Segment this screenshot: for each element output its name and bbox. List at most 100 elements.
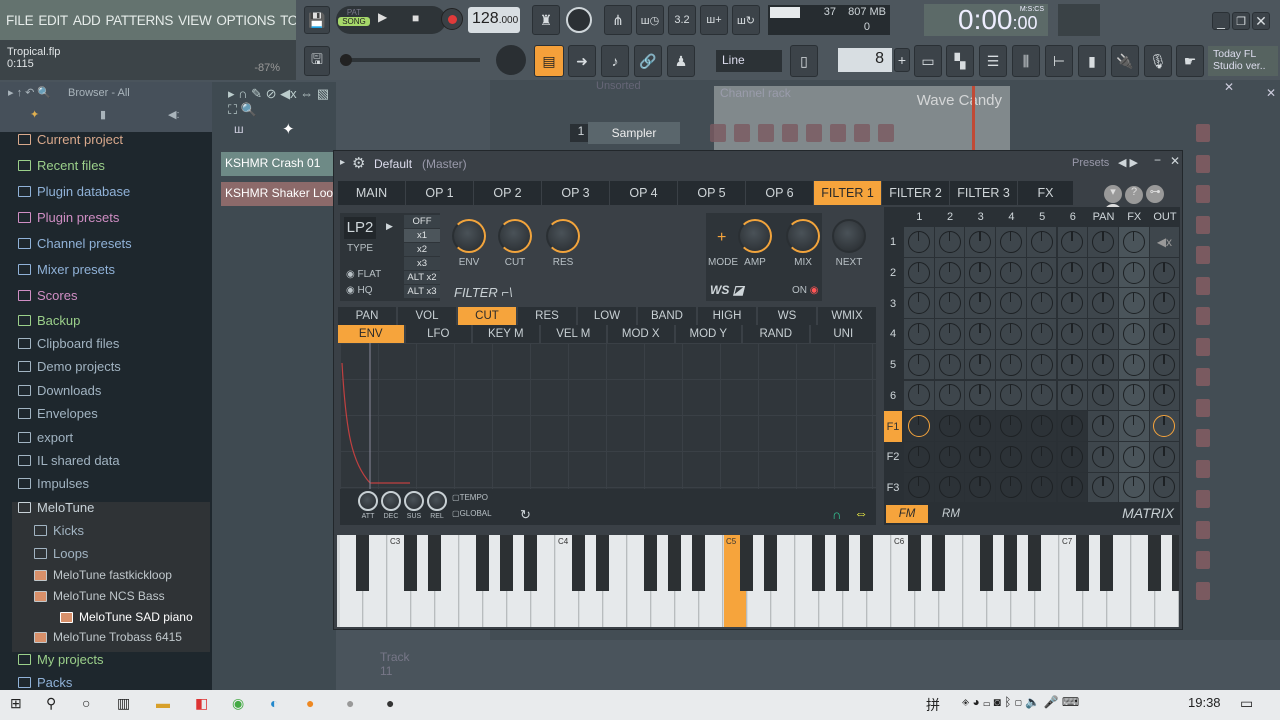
tray-icons[interactable]: ◈ ◕ ▭ ◙ ᛒ ▢ 🔈 🎤 ⌨ bbox=[962, 695, 1079, 709]
tempo-display[interactable]: 128.000 bbox=[468, 7, 520, 33]
matrix-knob[interactable] bbox=[1061, 353, 1084, 376]
black-key[interactable] bbox=[404, 535, 417, 591]
multilink-icon[interactable]: ♟ bbox=[667, 45, 695, 77]
matrix-knob-cell[interactable] bbox=[1057, 441, 1088, 472]
matrix-knob-cell[interactable] bbox=[996, 319, 1026, 349]
browser-item[interactable]: Recent files bbox=[18, 158, 105, 173]
matrix-knob[interactable] bbox=[1092, 261, 1115, 284]
knob-cut-knob[interactable] bbox=[498, 219, 532, 253]
matrix-knob[interactable] bbox=[1092, 230, 1115, 253]
matrix-knob-cell[interactable] bbox=[904, 257, 934, 288]
file-icon[interactable]: ▮ bbox=[1078, 45, 1106, 77]
reset-icon[interactable]: ↻ bbox=[520, 507, 531, 523]
black-key[interactable] bbox=[1148, 535, 1161, 591]
browser-item[interactable]: Downloads bbox=[18, 383, 101, 398]
matrix-knob-cell[interactable] bbox=[1149, 288, 1180, 319]
black-key[interactable] bbox=[908, 535, 921, 591]
mod-source-lfo[interactable]: LFO bbox=[405, 325, 471, 343]
app-icon[interactable]: ● bbox=[346, 695, 354, 711]
matrix-knob[interactable] bbox=[1061, 415, 1084, 438]
pattern-icon[interactable]: ▯ bbox=[790, 45, 818, 77]
pat-song-toggle[interactable]: PAT SONG bbox=[338, 8, 370, 32]
slope-option[interactable]: x1 bbox=[404, 229, 440, 242]
app-icon[interactable]: ● bbox=[386, 695, 394, 711]
browser-nav-icons[interactable]: ▸ ↑ ↶ 🔍 bbox=[8, 86, 51, 99]
matrix-knob[interactable] bbox=[1122, 384, 1145, 407]
tab-op5[interactable]: OP 5 bbox=[678, 181, 746, 205]
step-button[interactable] bbox=[854, 124, 870, 142]
matrix-knob-cell[interactable] bbox=[934, 319, 965, 349]
matrix-knob-cell[interactable] bbox=[1118, 288, 1149, 319]
matrix-knob[interactable] bbox=[1030, 445, 1053, 468]
flat-radio[interactable]: ◉ FLAT bbox=[346, 269, 381, 280]
mod-target-wmix[interactable]: WMIX bbox=[818, 307, 876, 325]
matrix-knob-cell[interactable] bbox=[1149, 257, 1180, 288]
close-icon[interactable]: ✕ bbox=[1170, 154, 1180, 168]
matrix-knob-cell[interactable] bbox=[1057, 380, 1088, 411]
presets-button[interactable]: Presets bbox=[1072, 157, 1109, 169]
playlist-tools-icons[interactable]: ▸ ∩ ✎ ⊘ ◀x ⇔ ▧ ⛶ 🔍 bbox=[228, 86, 336, 118]
black-key[interactable] bbox=[1100, 535, 1113, 591]
matrix-knob[interactable] bbox=[1092, 384, 1115, 407]
matrix-knob[interactable] bbox=[999, 322, 1022, 345]
matrix-knob[interactable] bbox=[907, 230, 930, 253]
matrix-knob-cell[interactable] bbox=[1118, 441, 1149, 472]
step-button[interactable] bbox=[1196, 246, 1210, 264]
matrix-knob[interactable] bbox=[1030, 415, 1053, 438]
matrix-knob[interactable] bbox=[1030, 353, 1053, 376]
slope-option[interactable]: x3 bbox=[404, 257, 440, 270]
hq-radio[interactable]: ◉ HQ bbox=[346, 285, 373, 296]
matrix-knob-cell[interactable] bbox=[1118, 472, 1149, 503]
matrix-knob[interactable] bbox=[1153, 415, 1176, 438]
matrix-knob[interactable] bbox=[999, 353, 1022, 376]
black-key[interactable] bbox=[1076, 535, 1089, 591]
matrix-knob-cell[interactable] bbox=[1088, 411, 1118, 441]
mod-source-modx[interactable]: MOD X bbox=[608, 325, 674, 343]
step-button[interactable] bbox=[1196, 154, 1210, 173]
save-icon[interactable]: 💾 bbox=[304, 6, 330, 34]
matrix-knob[interactable] bbox=[1061, 322, 1084, 345]
black-key[interactable] bbox=[1028, 535, 1041, 591]
step-button[interactable] bbox=[1196, 581, 1210, 600]
step-button[interactable] bbox=[830, 124, 846, 142]
matrix-knob-cell[interactable] bbox=[996, 227, 1026, 257]
playlist-clip[interactable]: KSHMR Shaker Loops bbox=[221, 182, 333, 206]
matrix-knob-cell[interactable] bbox=[965, 257, 996, 288]
snap-selector[interactable]: Line bbox=[716, 50, 782, 72]
slope-option[interactable]: ALT x2 bbox=[404, 271, 440, 284]
tab-filter1[interactable]: FILTER 1 bbox=[814, 181, 882, 205]
att-knob[interactable] bbox=[358, 491, 378, 511]
matrix-knob-cell[interactable] bbox=[1118, 257, 1149, 288]
channel-filter[interactable]: Unsorted bbox=[596, 80, 641, 92]
matrix-knob-cell[interactable] bbox=[1088, 441, 1118, 472]
matrix-knob[interactable] bbox=[999, 292, 1022, 315]
tempo-checkbox[interactable]: ▢TEMPO bbox=[452, 493, 488, 502]
matrix-knob-cell[interactable] bbox=[1118, 380, 1149, 411]
menu-edit[interactable]: EDIT bbox=[38, 13, 68, 28]
ime-indicator[interactable]: 拼 bbox=[926, 695, 940, 715]
browser-item[interactable]: Channel presets bbox=[18, 236, 132, 251]
matrix-knob-cell[interactable] bbox=[934, 288, 965, 319]
tab-filter3[interactable]: FILTER 3 bbox=[950, 181, 1018, 205]
link-icon[interactable]: 🔗 bbox=[634, 45, 662, 77]
browser-item[interactable]: Scores bbox=[18, 288, 77, 303]
black-key[interactable] bbox=[764, 535, 777, 591]
step-button[interactable] bbox=[710, 124, 726, 142]
matrix-knob[interactable] bbox=[938, 230, 961, 253]
fl-studio-taskbar-icon[interactable]: ● bbox=[306, 695, 314, 711]
matrix-knob-cell[interactable] bbox=[934, 472, 965, 503]
master-pitch-knob-2[interactable] bbox=[496, 45, 526, 75]
matrix-knob[interactable] bbox=[1092, 322, 1115, 345]
slope-option[interactable]: ALT x3 bbox=[404, 285, 440, 298]
step-button[interactable] bbox=[1196, 520, 1210, 539]
mod-target-band[interactable]: BAND bbox=[638, 307, 696, 325]
task-view-icon[interactable]: ▥ bbox=[117, 695, 130, 712]
matrix-knob[interactable] bbox=[1153, 445, 1176, 468]
help-hand-icon[interactable]: ☛ bbox=[1176, 45, 1204, 77]
black-key[interactable] bbox=[428, 535, 441, 591]
browser-item[interactable]: Impulses bbox=[18, 476, 89, 491]
step-button[interactable] bbox=[1196, 429, 1210, 447]
matrix-knob[interactable] bbox=[938, 322, 961, 345]
stretch-icon[interactable]: ⇔ bbox=[854, 505, 868, 521]
black-key[interactable] bbox=[524, 535, 537, 591]
